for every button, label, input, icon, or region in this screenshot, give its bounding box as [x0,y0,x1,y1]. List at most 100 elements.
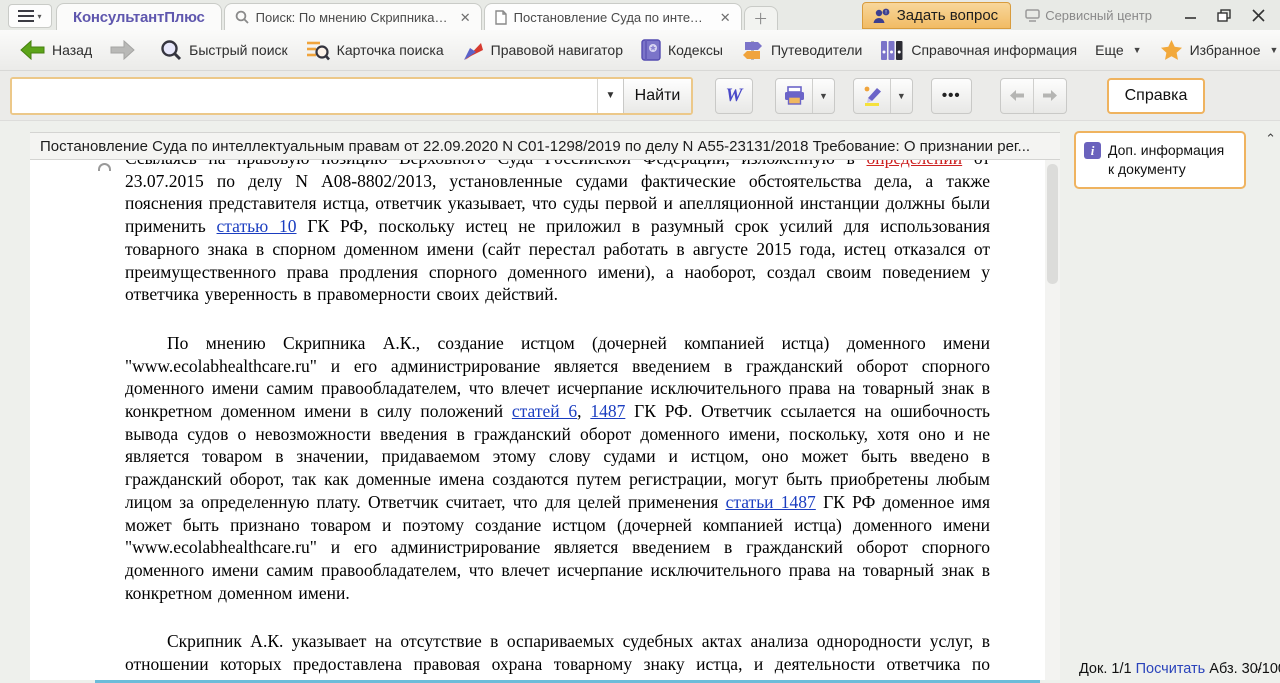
scrollbar-thumb[interactable] [1047,164,1058,284]
chevron-down-icon: ▼ [819,90,828,101]
document-paragraph: Скрипник А.К. указывает на отсутствие в … [125,630,990,680]
search-history-dropdown[interactable]: ▼ [597,78,623,113]
search-card-button[interactable]: Карточка поиска [297,35,453,66]
tab-bar: ▾ КонсультантПлюс Поиск: По мнению Скрип… [0,0,1280,30]
search-card-icon [306,41,330,60]
document-icon [494,9,507,25]
info-icon: i [1084,142,1101,159]
document-text: Скрипник А.К. указывает на отсутствие в … [125,631,990,680]
minimize-icon [1184,16,1196,19]
brand-logo: КонсультантПлюс [73,8,205,26]
minimize-button[interactable] [1176,3,1204,27]
print-button-group: ▼ [775,77,835,114]
close-icon[interactable]: ✕ [460,11,471,24]
arrow-left-icon [1009,90,1024,101]
help-button[interactable]: Справка [1106,77,1206,114]
tabbar-right: ! Задать вопрос Сервисный центр [861,0,1272,30]
tab-document[interactable]: Постановление Суда по интеллектуальн ✕ [483,3,742,30]
doc-info-label: Доп. информация к документу [1108,142,1225,177]
search-input[interactable] [12,78,597,113]
highlight-button-group: ▼ [852,77,913,114]
ellipsis-icon: ••• [941,87,961,104]
highlight-options-dropdown[interactable]: ▼ [891,79,912,113]
document-link[interactable]: определении [866,160,962,168]
main-menu-button[interactable]: ▾ [8,4,52,28]
tab-label: Поиск: По мнению Скрипника А.К., созда [255,9,450,25]
count-link[interactable]: Посчитать [1136,661,1206,677]
document-text: , [577,401,591,422]
forward-button[interactable] [101,35,145,65]
status-bar: Док. 1/1 Посчитать Абз. 30/100 [1079,661,1280,677]
close-icon[interactable]: ✕ [720,11,731,24]
print-options-dropdown[interactable]: ▼ [813,79,834,113]
ask-question-icon: ! [871,7,891,25]
word-icon: W [725,84,743,106]
service-center-icon [1025,8,1040,22]
tab-home[interactable]: КонсультантПлюс [56,3,222,30]
document-link[interactable]: статьи 1487 [726,492,816,512]
reference-info-button[interactable]: Справочная информация [871,34,1086,66]
binders-icon [881,41,903,60]
star-icon [1160,40,1182,60]
signpost-icon [742,41,762,60]
document-link[interactable]: статью 10 [217,216,297,236]
codes-book-icon [641,39,661,61]
document-title: Постановление Суда по интеллектуальным п… [40,137,1031,155]
bookmark-icon[interactable] [98,163,111,171]
prev-fragment-button[interactable] [1001,79,1033,113]
more-actions-button[interactable]: ••• [930,77,972,114]
close-icon [1251,8,1265,22]
ask-question-button[interactable]: ! Задать вопрос [861,2,1012,29]
search-group: ▼ Найти [10,76,693,115]
document-link[interactable]: 1487 [590,401,625,421]
scroll-up-icon[interactable]: ⌃ [1265,131,1276,147]
tab-search-results[interactable]: Поиск: По мнению Скрипника А.К., созда ✕ [223,3,482,30]
document-link[interactable]: статей 6 [512,401,577,421]
quick-search-button[interactable]: Быстрый поиск [151,34,297,66]
find-button[interactable]: Найти [623,78,691,113]
export-word-button[interactable]: W [715,77,753,114]
service-center-label: Сервисный центр [1045,7,1152,23]
legal-navigator-button[interactable]: Правовой навигатор [453,35,632,66]
document-body[interactable]: Ссылаясь на правовую позицию Верховного … [30,160,1045,680]
main-toolbar: Назад Быстрый поиск Карточка поиска Прав… [0,30,1280,71]
document-paragraph: По мнению Скрипника А.К., создание истцо… [125,332,990,604]
tab-label: Постановление Суда по интеллектуальн [513,9,710,25]
chevron-down-icon: ▼ [605,90,616,101]
service-center-button[interactable]: Сервисный центр [1025,8,1152,23]
highlighter-icon [864,86,881,106]
ask-question-label: Задать вопрос [896,7,999,24]
magnifier-icon [161,40,182,61]
guides-button[interactable]: Путеводители [732,34,871,66]
chevron-down-icon: ▾ [37,11,42,21]
favorites-button[interactable]: Избранное ▼ [1151,34,1280,66]
back-button[interactable]: Назад [10,35,101,65]
close-window-button[interactable] [1244,3,1272,27]
chevron-down-icon: ▼ [896,90,906,101]
legal-navigator-icon [463,42,483,60]
restore-icon [1217,8,1231,22]
right-panel: i Доп. информация к документу ⌃ ⌄ Док. 1… [1060,121,1280,683]
chevron-down-icon: ▼ [1269,45,1279,55]
document-scrollbar[interactable] [1045,160,1060,680]
forward-arrow-icon [110,40,135,60]
codes-button[interactable]: Кодексы [632,34,732,66]
doc-nav-group [999,77,1067,114]
arrow-right-icon [1042,90,1057,101]
search-row: ▼ Найти W ▼ ▼ ••• Справка [0,71,1280,121]
chevron-down-icon: ▼ [1132,45,1142,55]
new-tab-button[interactable]: ＋ [743,6,778,30]
hamburger-icon [18,10,35,22]
print-button[interactable] [776,79,812,113]
doc-counter: Док. 1/1 [1078,661,1132,677]
document-title-bar[interactable]: Постановление Суда по интеллектуальным п… [30,132,1060,160]
plus-icon: ＋ [753,11,769,28]
next-fragment-button[interactable] [1034,79,1066,113]
doc-info-button[interactable]: i Доп. информация к документу [1074,131,1246,189]
highlighter-button[interactable] [854,79,890,113]
more-button[interactable]: Еще ▼ [1086,37,1150,63]
back-arrow-icon [20,40,45,60]
printer-icon [784,86,804,105]
document-paragraph: Ссылаясь на правовую позицию Верховного … [125,160,990,306]
restore-button[interactable] [1210,3,1238,27]
